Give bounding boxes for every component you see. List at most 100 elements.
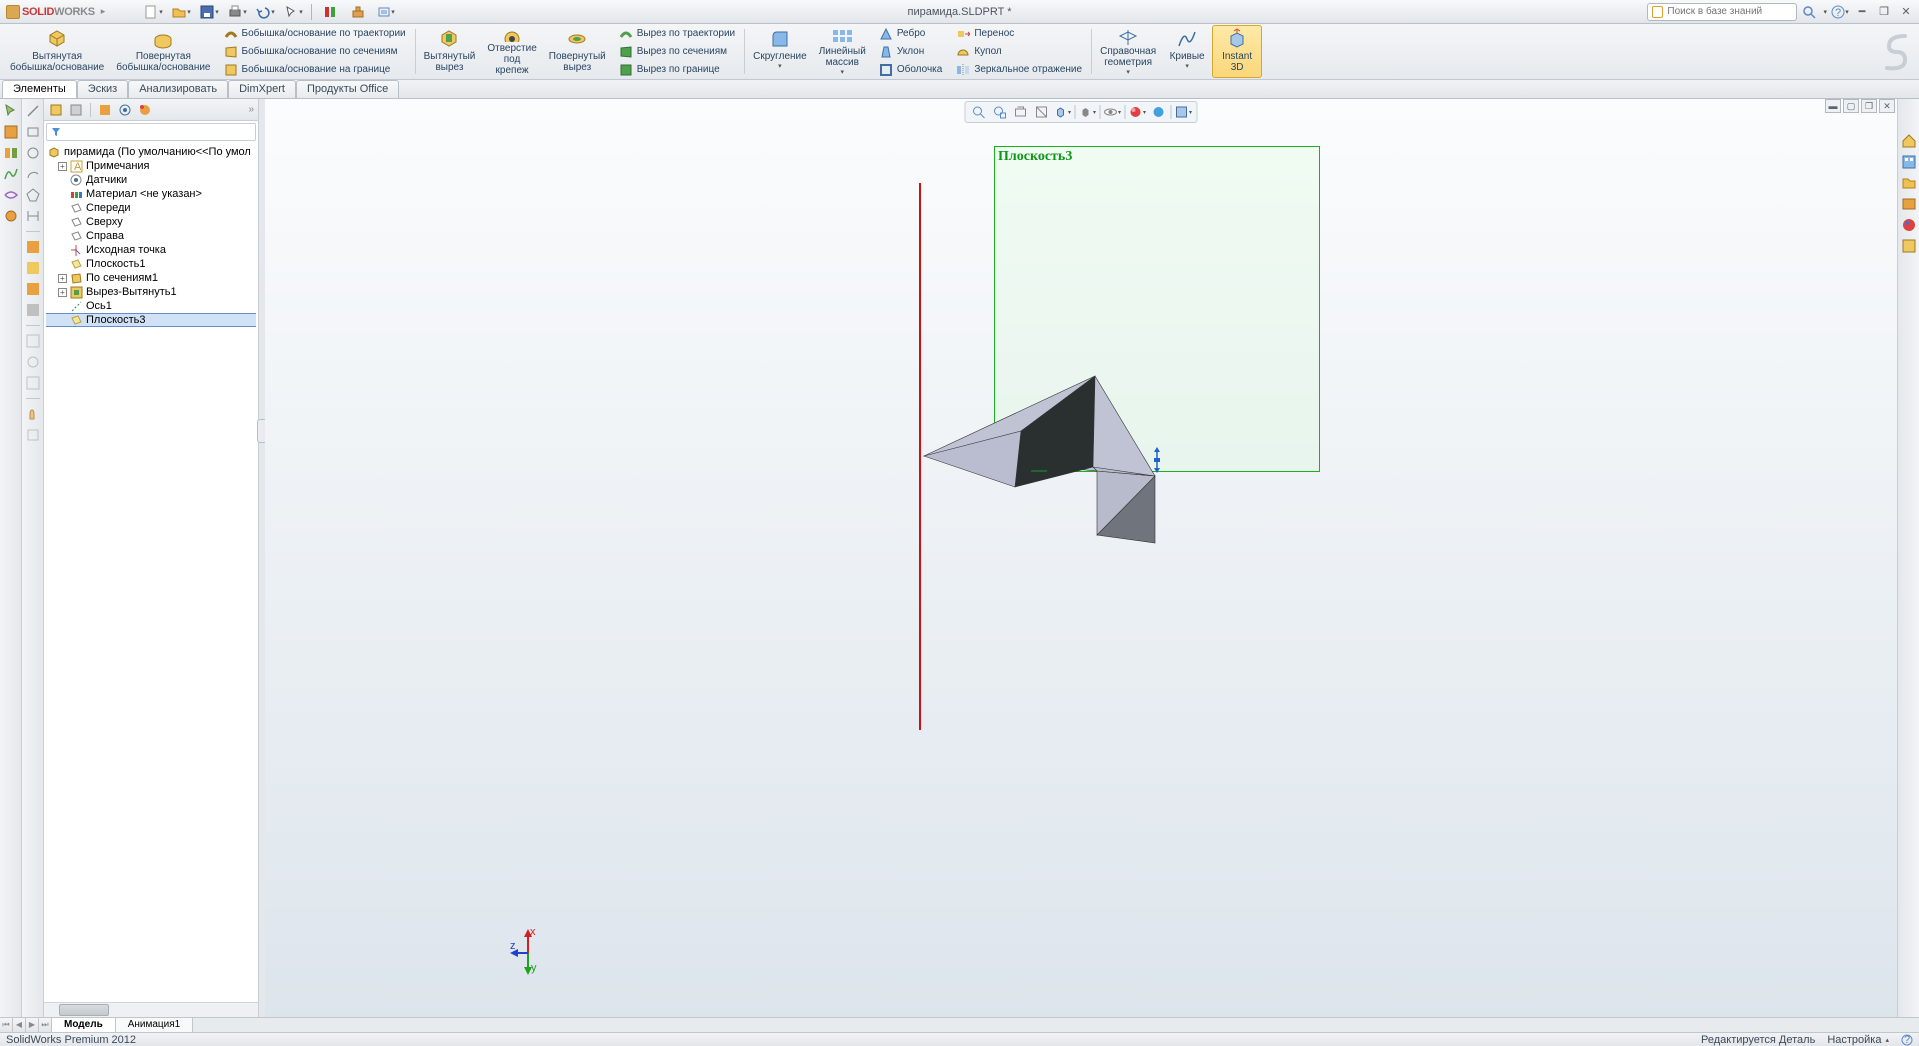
status-custom[interactable]: Настройка — [1827, 1034, 1881, 1046]
strip-prev-icon[interactable]: ◀ — [13, 1018, 26, 1032]
minimize-button[interactable]: ━ — [1853, 4, 1871, 20]
rail-feat2-icon[interactable] — [25, 260, 41, 276]
curves-button[interactable]: Кривые ▾ — [1162, 25, 1212, 78]
task-lib-icon[interactable] — [1901, 154, 1917, 170]
scene-icon[interactable]: ▾ — [1129, 103, 1147, 121]
tree-item[interactable]: Спереди — [46, 201, 256, 215]
lofted-cut-button[interactable]: Вырез по сечениям — [616, 43, 738, 60]
task-home-icon[interactable] — [1901, 133, 1917, 149]
rail-circle-icon[interactable] — [25, 145, 41, 161]
rail-feat5-icon[interactable] — [25, 333, 41, 349]
restore-button[interactable]: ❐ — [1875, 4, 1893, 20]
tree-item[interactable]: + По сечениям1 — [46, 271, 256, 285]
undo-button[interactable]: ▾ — [252, 2, 278, 22]
tree-item[interactable]: Плоскость1 — [46, 257, 256, 271]
view-restore-icon[interactable]: ❐ — [1861, 99, 1877, 113]
tree-item[interactable]: Датчики — [46, 173, 256, 187]
view-close-icon[interactable]: ✕ — [1879, 99, 1895, 113]
rail-rect-icon[interactable] — [25, 124, 41, 140]
viewport[interactable]: ▾ ▾ ▾ ▾ ▾ ▬ ▢ ❐ ✕ Плоскость3 — [265, 99, 1897, 1017]
tree-item[interactable]: + Вырез-Вытянуть1 — [46, 285, 256, 299]
rail-feat6-icon[interactable] — [25, 354, 41, 370]
rail-smart-icon[interactable] — [3, 208, 19, 224]
rail-feat7-icon[interactable] — [25, 375, 41, 391]
rail-feat3-icon[interactable] — [25, 281, 41, 297]
tree-chevron-icon[interactable]: » — [248, 104, 254, 115]
tree-scroll-h[interactable] — [44, 1002, 258, 1017]
rib-button[interactable]: Ребро — [876, 25, 946, 42]
section-icon[interactable] — [1033, 103, 1051, 121]
tree-filter[interactable] — [46, 123, 256, 141]
tree-item-selected[interactable]: Плоскость3 — [46, 313, 256, 327]
tree-item[interactable]: Материал <не указан> — [46, 187, 256, 201]
tree-item[interactable]: Сверху — [46, 215, 256, 229]
strip-next-icon[interactable]: ▶ — [26, 1018, 39, 1032]
expander-icon[interactable]: + — [58, 274, 67, 283]
expander-icon[interactable]: + — [58, 162, 67, 171]
task-file-icon[interactable] — [1901, 175, 1917, 191]
extruded-cut-button[interactable]: Вытянутый вырез — [418, 25, 482, 78]
rail-spline2-icon[interactable] — [3, 187, 19, 203]
settings-icon[interactable]: ▾ — [1175, 103, 1193, 121]
task-custom-icon[interactable] — [1901, 238, 1917, 254]
lofted-boss-button[interactable]: Бобышка/основание по сечениям — [221, 43, 409, 60]
rail-poly-icon[interactable] — [25, 187, 41, 203]
mirror-button[interactable]: Зеркальное отражение — [953, 61, 1085, 78]
drag-handle-icon[interactable] — [1152, 447, 1162, 473]
screen-capture-button[interactable]: ▾ — [373, 2, 399, 22]
tree-tab-5[interactable] — [136, 101, 154, 119]
search-box[interactable] — [1647, 3, 1797, 21]
tree-item[interactable]: Исходная точка — [46, 243, 256, 257]
rail-cut-ext-icon[interactable] — [25, 239, 41, 255]
rail-feat4-icon[interactable] — [25, 302, 41, 318]
rail-select-icon[interactable] — [3, 103, 19, 119]
shell-button[interactable]: Оболочка — [876, 61, 946, 78]
extruded-boss-button[interactable]: Вытянутая бобышка/основание — [4, 25, 110, 78]
orientation-triad[interactable]: x y z — [510, 927, 550, 975]
boundary-boss-button[interactable]: Бобышка/основание на границе — [221, 61, 409, 78]
linear-pattern-button[interactable]: Линейный массив ▾ — [813, 25, 872, 78]
task-appearance-icon[interactable] — [1901, 217, 1917, 233]
rebuild-button[interactable] — [317, 2, 343, 22]
fillet-button[interactable]: Скругление ▾ — [747, 25, 813, 78]
dome-button[interactable]: Купол — [953, 43, 1085, 60]
print-button[interactable]: ▾ — [224, 2, 250, 22]
options-button[interactable] — [345, 2, 371, 22]
rail-hand-icon[interactable] — [25, 406, 41, 422]
tree-tab-1[interactable] — [47, 101, 65, 119]
tab-animation[interactable]: Анимация1 — [116, 1018, 194, 1032]
boundary-cut-button[interactable]: Вырез по границе — [616, 61, 738, 78]
zoom-area-icon[interactable] — [991, 103, 1009, 121]
rail-compare-icon[interactable] — [3, 145, 19, 161]
tree-tab-4[interactable] — [116, 101, 134, 119]
tab-analyze[interactable]: Анализировать — [128, 80, 228, 98]
revolved-boss-button[interactable]: Повернутая бобышка/основание — [110, 25, 216, 78]
open-button[interactable]: ▾ — [168, 2, 194, 22]
strip-last-icon[interactable]: ⏭ — [39, 1018, 52, 1032]
tree-item[interactable]: Справа — [46, 229, 256, 243]
tab-dimxpert[interactable]: DimXpert — [228, 80, 296, 98]
zoom-fit-icon[interactable] — [970, 103, 988, 121]
new-button[interactable]: ▾ — [140, 2, 166, 22]
tab-model[interactable]: Модель — [52, 1018, 116, 1032]
view-minimize-icon[interactable]: ▬ — [1825, 99, 1841, 113]
swept-cut-button[interactable]: Вырез по траектории — [616, 25, 738, 42]
search-go-icon[interactable] — [1801, 4, 1819, 20]
hole-wizard-button[interactable]: Отверстие под крепеж — [481, 25, 542, 78]
rail-last-icon[interactable] — [25, 427, 41, 443]
view-maximize-icon[interactable]: ▢ — [1843, 99, 1859, 113]
save-button[interactable]: ▾ — [196, 2, 222, 22]
select-button[interactable]: ▾ — [280, 2, 306, 22]
swept-boss-button[interactable]: Бобышка/основание по траектории — [221, 25, 409, 42]
tree-item[interactable]: Ось1 — [46, 299, 256, 313]
tree-tab-2[interactable] — [67, 101, 85, 119]
rail-arc-icon[interactable] — [25, 166, 41, 182]
strip-first-icon[interactable]: ⏮ — [0, 1018, 13, 1032]
draft-button[interactable]: Уклон — [876, 43, 946, 60]
orientation-icon[interactable]: ▾ — [1054, 103, 1072, 121]
rail-line-icon[interactable] — [25, 103, 41, 119]
hide-show-icon[interactable]: ▾ — [1104, 103, 1122, 121]
view-prev-icon[interactable] — [1012, 103, 1030, 121]
rail-sketch-icon[interactable] — [3, 124, 19, 140]
tree-root[interactable]: пирамида (По умолчанию<<По умол — [46, 145, 256, 159]
